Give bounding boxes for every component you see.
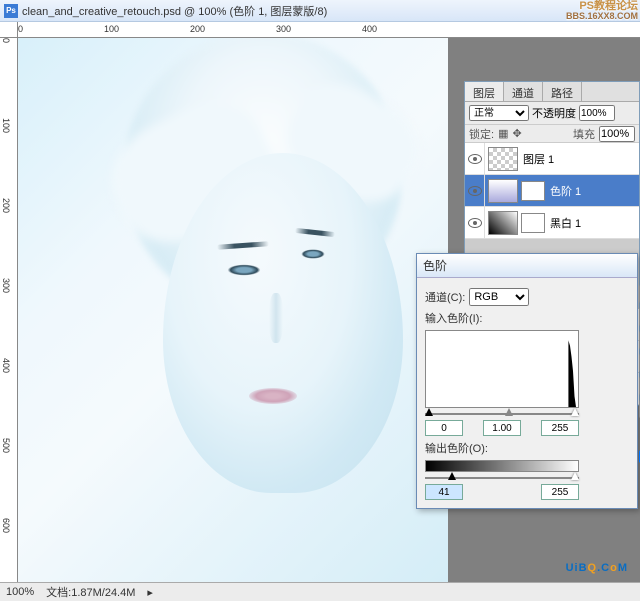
channel-select[interactable]: RGB xyxy=(469,288,529,306)
output-black-slider[interactable] xyxy=(448,472,456,480)
white-point-slider[interactable] xyxy=(571,408,579,416)
visibility-icon[interactable] xyxy=(468,186,482,196)
input-slider[interactable] xyxy=(425,410,579,418)
output-slider[interactable] xyxy=(425,474,579,482)
ruler-corner xyxy=(0,22,18,38)
gamma-slider[interactable] xyxy=(505,408,513,416)
input-levels-label: 输入色阶(I): xyxy=(425,310,482,326)
output-levels-label: 输出色阶(O): xyxy=(425,440,488,456)
levels-dialog: 色阶 通道(C): RGB 输入色阶(I): 输出色阶(O): xyxy=(416,253,638,509)
layer-name: 黑白 1 xyxy=(548,215,639,231)
input-black-field[interactable] xyxy=(425,420,463,436)
layer-thumbnail[interactable] xyxy=(488,179,518,203)
app-icon: Ps xyxy=(4,4,18,18)
watermark-bottom: UiBQ.CoM xyxy=(566,551,628,577)
lock-position-icon[interactable]: ✥ xyxy=(512,127,521,140)
black-point-slider[interactable] xyxy=(425,408,433,416)
document-title: clean_and_creative_retouch.psd @ 100% (色… xyxy=(22,3,327,19)
layer-name: 图层 1 xyxy=(521,151,639,167)
ruler-horizontal[interactable]: 0100200300400 xyxy=(18,22,640,38)
dialog-titlebar[interactable]: 色阶 xyxy=(417,254,637,278)
layer-thumbnail[interactable] xyxy=(488,211,518,235)
tab-layers[interactable]: 图层 xyxy=(465,82,504,101)
visibility-icon[interactable] xyxy=(468,218,482,228)
layer-row[interactable]: 色阶 1 xyxy=(465,175,639,207)
output-white-slider[interactable] xyxy=(571,472,579,480)
input-gamma-field[interactable] xyxy=(483,420,521,436)
layer-row[interactable]: 黑白 1 xyxy=(465,207,639,239)
layer-row[interactable]: 图层 1 xyxy=(465,143,639,175)
layer-name: 色阶 1 xyxy=(548,183,639,199)
window-titlebar: Ps clean_and_creative_retouch.psd @ 100%… xyxy=(0,0,640,22)
input-white-field[interactable] xyxy=(541,420,579,436)
layer-mask-thumbnail[interactable] xyxy=(521,213,545,233)
zoom-level[interactable]: 100% xyxy=(6,586,34,598)
lock-pixels-icon[interactable]: ▦ xyxy=(498,127,508,140)
output-white-field[interactable] xyxy=(541,484,579,500)
tab-channels[interactable]: 通道 xyxy=(504,82,543,101)
photo-content xyxy=(143,93,443,513)
tab-paths[interactable]: 路径 xyxy=(543,82,582,101)
doc-size: 文档:1.87M/24.4M xyxy=(46,584,135,600)
workspace: 0100200300400 0100200300400500600 图层 通道 … xyxy=(0,22,640,582)
opacity-label: 不透明度 xyxy=(532,105,576,121)
fill-label: 填充 xyxy=(573,126,595,142)
statusbar-arrow-icon[interactable]: ▸ xyxy=(147,586,153,599)
channel-label: 通道(C): xyxy=(425,289,465,305)
layer-thumbnail[interactable] xyxy=(488,147,518,171)
visibility-icon[interactable] xyxy=(468,154,482,164)
watermark-top: PS教程论坛 BBS.16XX8.COM xyxy=(566,0,638,22)
ruler-vertical[interactable]: 0100200300400500600 xyxy=(0,38,18,582)
opacity-input[interactable] xyxy=(579,105,615,121)
output-gradient xyxy=(425,460,579,472)
blend-mode-select[interactable]: 正常 xyxy=(469,105,529,121)
panel-tabs: 图层 通道 路径 xyxy=(465,82,639,102)
fill-input[interactable] xyxy=(599,126,635,142)
histogram xyxy=(425,330,579,408)
lock-label: 锁定: xyxy=(469,126,494,142)
statusbar: 100% 文档:1.87M/24.4M ▸ xyxy=(0,582,640,601)
output-black-field[interactable] xyxy=(425,484,463,500)
layer-mask-thumbnail[interactable] xyxy=(521,181,545,201)
canvas[interactable] xyxy=(18,38,448,582)
